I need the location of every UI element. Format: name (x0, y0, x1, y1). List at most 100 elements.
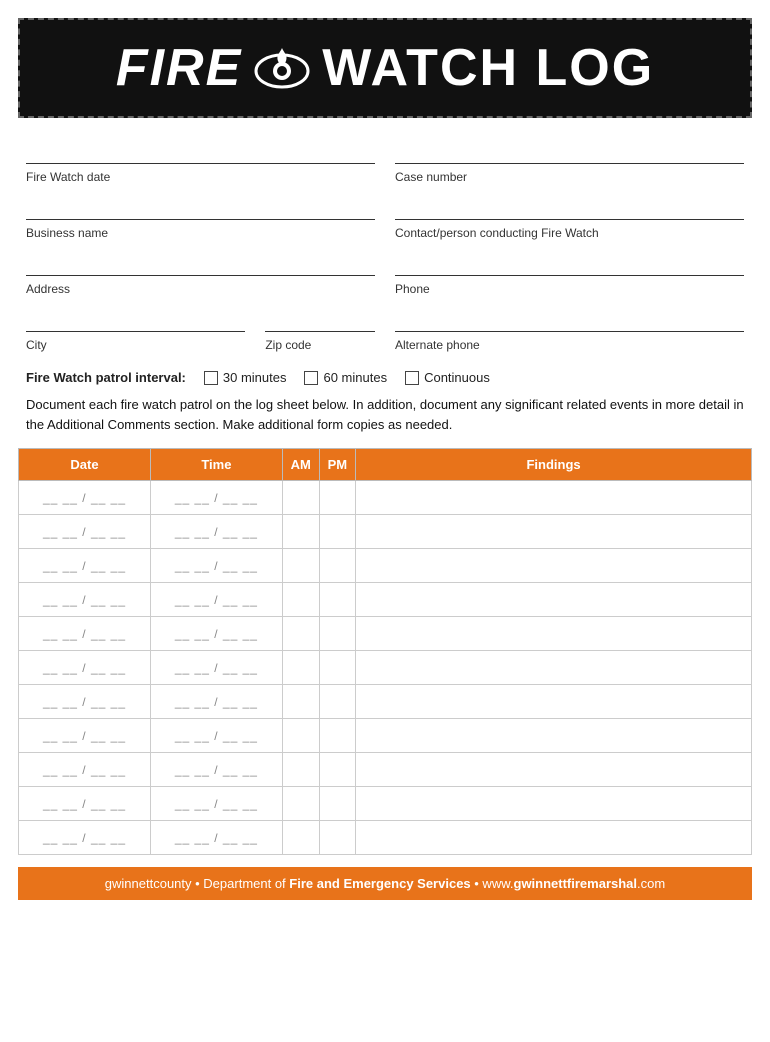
date-placeholder: __ __ / __ __ (43, 661, 126, 675)
fire-watch-date-field: Fire Watch date (26, 128, 375, 184)
date-cell: __ __ / __ __ (19, 515, 151, 549)
patrol-interval-label: Fire Watch patrol interval: (26, 370, 186, 385)
date-cell: __ __ / __ __ (19, 651, 151, 685)
am-cell[interactable] (282, 651, 319, 685)
patrol-continuous-checkbox[interactable] (405, 371, 419, 385)
patrol-60min-checkbox[interactable] (304, 371, 318, 385)
am-cell[interactable] (282, 753, 319, 787)
address-input[interactable] (26, 254, 375, 276)
time-cell: __ __ / __ __ (150, 583, 282, 617)
address-field: Address (26, 240, 375, 296)
header-banner: FIRE WATCH LOG (18, 18, 752, 118)
pm-cell[interactable] (319, 753, 356, 787)
date-cell: __ __ / __ __ (19, 787, 151, 821)
am-cell[interactable] (282, 515, 319, 549)
city-field: City (26, 296, 245, 352)
findings-cell[interactable] (356, 685, 752, 719)
pm-cell[interactable] (319, 583, 356, 617)
phone-input[interactable] (395, 254, 744, 276)
time-placeholder: __ __ / __ __ (175, 831, 258, 845)
patrol-30min-label: 30 minutes (223, 370, 287, 385)
pm-cell[interactable] (319, 685, 356, 719)
findings-cell[interactable] (356, 481, 752, 515)
row-address-phone: Address Phone (26, 240, 744, 296)
date-placeholder: __ __ / __ __ (43, 525, 126, 539)
am-cell[interactable] (282, 685, 319, 719)
fire-watch-date-input[interactable] (26, 142, 375, 164)
pm-cell[interactable] (319, 549, 356, 583)
am-cell[interactable] (282, 719, 319, 753)
case-number-label: Case number (395, 170, 744, 184)
row-city-zip-altphone: City Zip code Alternate phone (26, 296, 744, 352)
findings-cell[interactable] (356, 821, 752, 855)
pm-cell[interactable] (319, 617, 356, 651)
footer-website: gwinnettfiremarshal (514, 876, 638, 891)
alt-phone-input[interactable] (395, 310, 744, 332)
table-header-row: Date Time AM PM Findings (19, 449, 752, 481)
patrol-continuous-option[interactable]: Continuous (405, 370, 490, 385)
time-placeholder: __ __ / __ __ (175, 729, 258, 743)
table-row: __ __ / __ ____ __ / __ __ (19, 821, 752, 855)
zip-field: Zip code (265, 296, 375, 352)
patrol-60min-label: 60 minutes (323, 370, 387, 385)
date-placeholder: __ __ / __ __ (43, 593, 126, 607)
contact-label: Contact/person conducting Fire Watch (395, 226, 744, 240)
pm-cell[interactable] (319, 787, 356, 821)
footer-bar: gwinnettcounty • Department of Fire and … (18, 867, 752, 900)
patrol-60min-option[interactable]: 60 minutes (304, 370, 387, 385)
am-cell[interactable] (282, 617, 319, 651)
contact-field: Contact/person conducting Fire Watch (395, 184, 744, 240)
city-input[interactable] (26, 310, 245, 332)
am-cell[interactable] (282, 549, 319, 583)
footer-text: gwinnettcounty • Department of Fire and … (105, 876, 665, 891)
col-header-date: Date (19, 449, 151, 481)
time-cell: __ __ / __ __ (150, 651, 282, 685)
business-name-input[interactable] (26, 198, 375, 220)
findings-cell[interactable] (356, 549, 752, 583)
row-date-case: Fire Watch date Case number (26, 128, 744, 184)
header-fire-text: FIRE (116, 38, 242, 98)
log-table-body: __ __ / __ __ __ __ / __ __ __ __ / __ __ _… (19, 481, 752, 855)
time-placeholder: __ __ / __ __ (175, 491, 258, 505)
date-placeholder: __ __ / __ __ (43, 559, 126, 573)
table-row: __ __ / __ ____ __ / __ __ (19, 685, 752, 719)
time-placeholder: __ __ / __ __ (175, 661, 258, 675)
table-row: __ __ / __ __ __ __ / __ __ (19, 651, 752, 685)
fire-eye-icon (252, 43, 312, 93)
am-cell[interactable] (282, 583, 319, 617)
findings-cell[interactable] (356, 753, 752, 787)
pm-cell[interactable] (319, 719, 356, 753)
city-label: City (26, 338, 245, 352)
findings-cell[interactable] (356, 583, 752, 617)
date-placeholder: __ __ / __ __ (43, 627, 126, 641)
zip-input[interactable] (265, 310, 375, 332)
findings-cell[interactable] (356, 719, 752, 753)
pm-cell[interactable] (319, 515, 356, 549)
findings-cell[interactable] (356, 651, 752, 685)
phone-label: Phone (395, 282, 744, 296)
table-row: __ __ / __ __ __ __ / __ __ (19, 549, 752, 583)
contact-input[interactable] (395, 198, 744, 220)
case-number-input[interactable] (395, 142, 744, 164)
footer-dot-com: .com (637, 876, 665, 891)
col-header-pm: PM (319, 449, 356, 481)
pm-cell[interactable] (319, 821, 356, 855)
findings-cell[interactable] (356, 515, 752, 549)
am-cell[interactable] (282, 481, 319, 515)
findings-cell[interactable] (356, 787, 752, 821)
footer-bullet: • www. (471, 876, 514, 891)
patrol-30min-checkbox[interactable] (204, 371, 218, 385)
am-cell[interactable] (282, 821, 319, 855)
time-placeholder: __ __ / __ __ (175, 593, 258, 607)
time-placeholder: __ __ / __ __ (175, 695, 258, 709)
date-placeholder: __ __ / __ __ (43, 797, 126, 811)
business-name-field: Business name (26, 184, 375, 240)
am-cell[interactable] (282, 787, 319, 821)
patrol-30min-option[interactable]: 30 minutes (204, 370, 287, 385)
pm-cell[interactable] (319, 651, 356, 685)
time-placeholder: __ __ / __ __ (175, 559, 258, 573)
findings-cell[interactable] (356, 617, 752, 651)
date-placeholder: __ __ / __ __ (43, 729, 126, 743)
address-label: Address (26, 282, 375, 296)
pm-cell[interactable] (319, 481, 356, 515)
